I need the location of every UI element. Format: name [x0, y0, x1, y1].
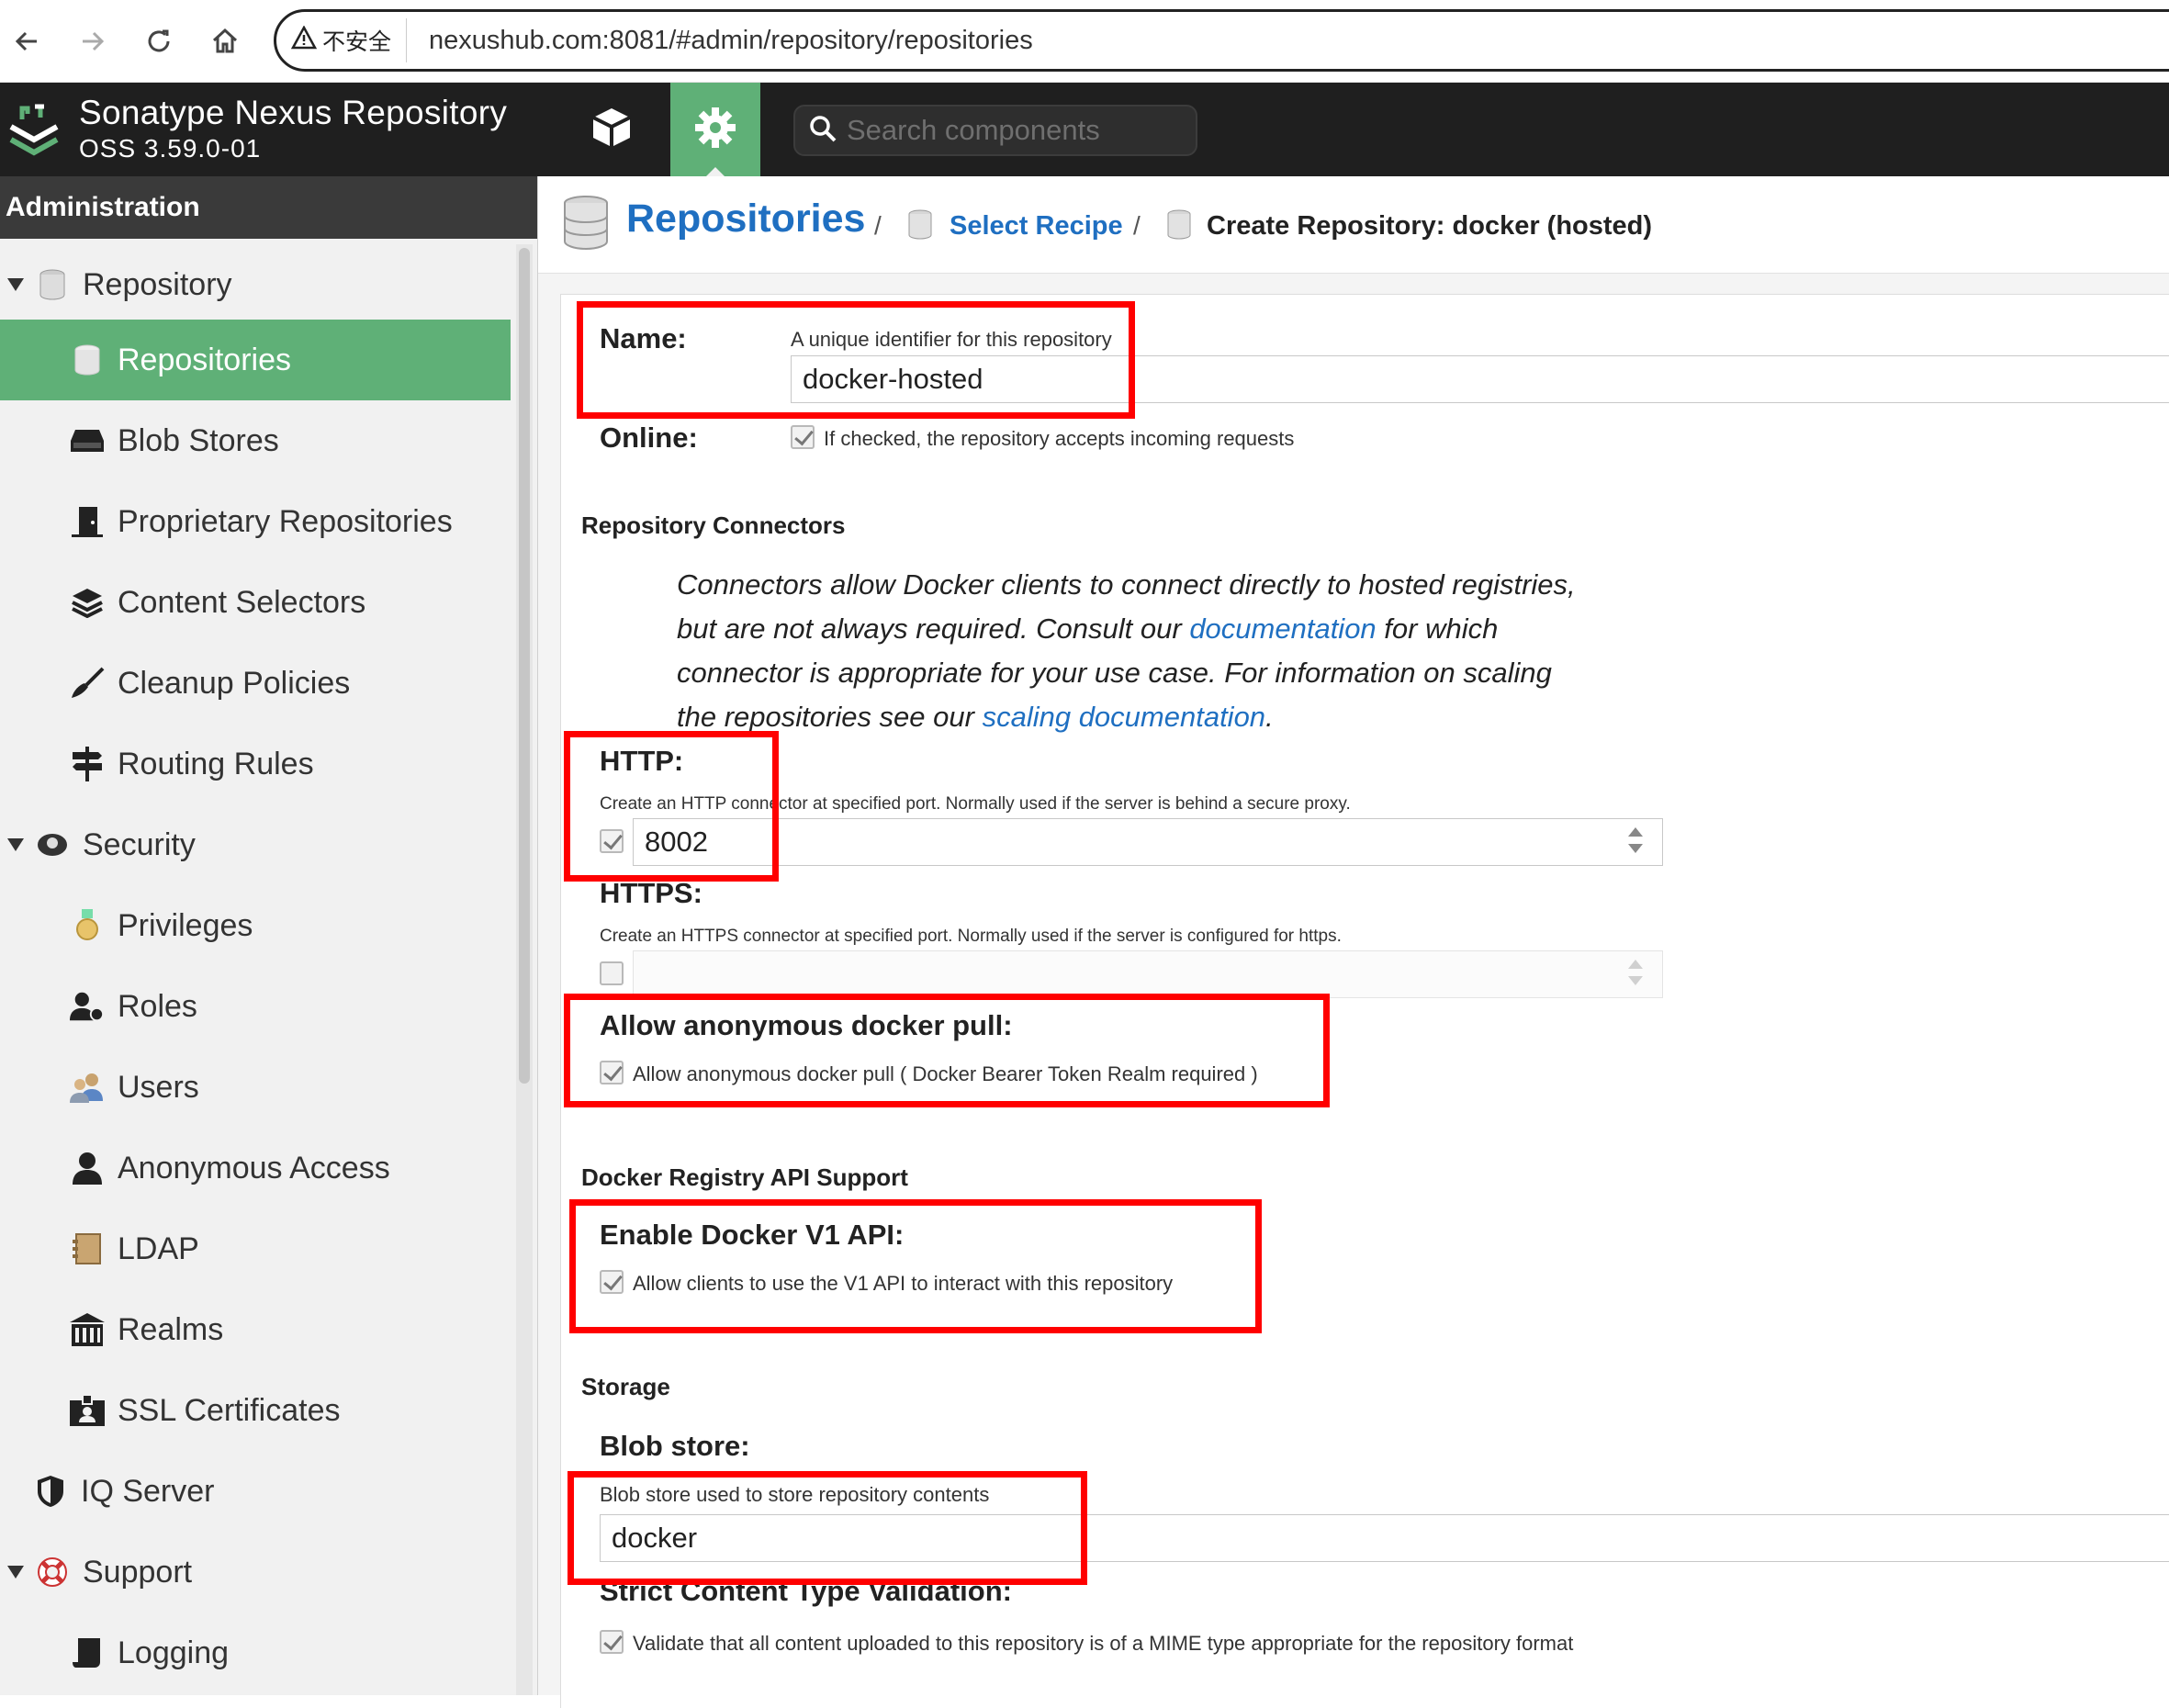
admin-mode-button[interactable] [670, 83, 760, 176]
expand-arrow-icon[interactable] [7, 278, 24, 291]
http-port-spinner[interactable] [1626, 826, 1645, 857]
online-help: If checked, the repository accepts incom… [824, 427, 1295, 450]
documentation-link[interactable]: documentation [1189, 612, 1376, 645]
sidebar-item-anonymous-access[interactable]: Anonymous Access [0, 1128, 511, 1208]
expand-arrow-icon[interactable] [7, 1566, 24, 1579]
storage-heading: Storage [581, 1373, 670, 1400]
https-port-input[interactable] [633, 950, 1663, 998]
back-icon[interactable] [6, 20, 48, 62]
address-bar[interactable]: 不安全 nexushub.com:8081/#admin/repository/… [274, 9, 2169, 72]
blob-store-label: Blob store: [600, 1430, 750, 1462]
https-checkbox[interactable] [600, 961, 624, 985]
gear-icon [692, 105, 738, 155]
sidebar-item-iq-server[interactable]: IQ Server [0, 1451, 511, 1532]
repository-connectors-heading: Repository Connectors [581, 511, 846, 539]
forward-icon[interactable] [72, 20, 114, 62]
database-icon [907, 209, 933, 241]
connectors-desc-text: . [1265, 701, 1274, 733]
sidebar-item-security[interactable]: Security [0, 804, 511, 885]
id-card-icon [70, 1393, 105, 1428]
online-label: Online: [600, 421, 698, 454]
app-title: Sonatype Nexus Repository [79, 94, 508, 131]
https-label: HTTPS: [600, 877, 702, 909]
address-book-icon [70, 1231, 105, 1266]
layers-icon [70, 585, 105, 620]
highlight-box-http [564, 731, 779, 882]
sidebar-item-support[interactable]: Support [0, 1532, 511, 1612]
url-text: nexushub.com:8081/#admin/repository/repo… [429, 25, 1033, 55]
sidebar-item-proprietary-repositories[interactable]: Proprietary Repositories [0, 481, 511, 562]
user-role-icon [70, 989, 105, 1024]
building-icon [70, 1312, 105, 1347]
warning-icon [290, 24, 318, 56]
medal-icon [70, 908, 105, 943]
app-header: Sonatype Nexus Repository OSS 3.59.0-01 [0, 83, 2169, 176]
highlight-box-blob-store [568, 1471, 1087, 1585]
database-icon [562, 195, 610, 252]
docker-api-support-heading: Docker Registry API Support [581, 1163, 908, 1191]
sidebar-item-logging[interactable]: Logging [0, 1612, 511, 1693]
highlight-box-name [577, 301, 1135, 419]
sidebar-item-repository[interactable]: Repository [0, 244, 511, 325]
expand-arrow-icon[interactable] [7, 838, 24, 851]
sidebar-title: Administration [0, 176, 537, 239]
highlight-box-v1-api [569, 1199, 1262, 1333]
active-caret [706, 167, 725, 176]
sidebar-item-cleanup-policies[interactable]: Cleanup Policies [0, 643, 511, 724]
security-label: 不安全 [322, 29, 392, 55]
sidebar-item-realms[interactable]: Realms [0, 1289, 511, 1370]
user-icon [70, 1151, 105, 1185]
strict-validation-checkbox[interactable] [600, 1630, 624, 1654]
database-icon [1166, 209, 1192, 241]
sidebar-item-ssl-certificates[interactable]: SSL Certificates [0, 1370, 511, 1451]
sidebar-item-repositories[interactable]: Repositories [0, 320, 511, 400]
breadcrumb-separator: / [1133, 211, 1141, 240]
scrollbar-thumb[interactable] [519, 248, 530, 1084]
broom-icon [70, 666, 105, 701]
breadcrumb-select-recipe[interactable]: Select Recipe [950, 211, 1123, 242]
https-help: Create an HTTPS connector at specified p… [600, 927, 1342, 946]
sidebar: Administration Repository Repositories B… [0, 176, 538, 1695]
search-input[interactable] [847, 114, 1177, 147]
door-icon [70, 504, 105, 539]
http-port-input[interactable] [633, 818, 1663, 866]
nexus-logo-icon [7, 99, 61, 160]
sidebar-item-roles[interactable]: Roles [0, 966, 511, 1047]
sidebar-item-content-selectors[interactable]: Content Selectors [0, 562, 511, 643]
sidebar-item-users[interactable]: Users [0, 1047, 511, 1128]
connectors-description: Connectors allow Docker clients to conne… [677, 563, 1586, 739]
signpost-icon [70, 747, 105, 781]
sidebar-item-privileges[interactable]: Privileges [0, 885, 511, 966]
scaling-documentation-link[interactable]: scaling documentation [983, 701, 1265, 733]
highlight-box-anonymous-pull [564, 994, 1330, 1107]
sidebar-item-blob-stores[interactable]: Blob Stores [0, 400, 511, 481]
sidebar-item-ldap[interactable]: LDAP [0, 1208, 511, 1289]
search-box[interactable] [793, 105, 1197, 156]
app-version: OSS 3.59.0-01 [79, 134, 262, 163]
search-icon [808, 114, 837, 148]
database-icon [35, 267, 70, 302]
scroll-icon [70, 1635, 105, 1670]
database-icon [70, 343, 105, 377]
breadcrumb-current: Create Repository: docker (hosted) [1207, 211, 1653, 241]
reload-icon[interactable] [138, 20, 180, 62]
browse-mode-button[interactable] [575, 83, 648, 176]
browser-toolbar: 不安全 nexushub.com:8081/#admin/repository/… [0, 0, 2169, 83]
sidebar-scrollbar[interactable] [516, 244, 533, 1695]
lifebuoy-icon [35, 1555, 70, 1590]
strict-validation-help: Validate that all content uploaded to th… [633, 1632, 1574, 1655]
shield-icon [33, 1474, 68, 1509]
breadcrumb: Repositories / Select Recipe / Create Re… [538, 176, 2169, 274]
breadcrumb-repositories[interactable]: Repositories [626, 197, 865, 242]
security-badge-icon [35, 827, 70, 862]
home-icon[interactable] [204, 20, 246, 62]
online-checkbox[interactable] [791, 425, 815, 449]
https-port-spinner[interactable] [1626, 958, 1645, 989]
hard-drive-icon [70, 423, 105, 458]
breadcrumb-separator: / [874, 211, 882, 240]
sidebar-item-routing-rules[interactable]: Routing Rules [0, 724, 511, 804]
cube-icon [589, 105, 635, 155]
users-icon [70, 1070, 105, 1105]
security-indicator[interactable]: 不安全 [290, 18, 408, 62]
